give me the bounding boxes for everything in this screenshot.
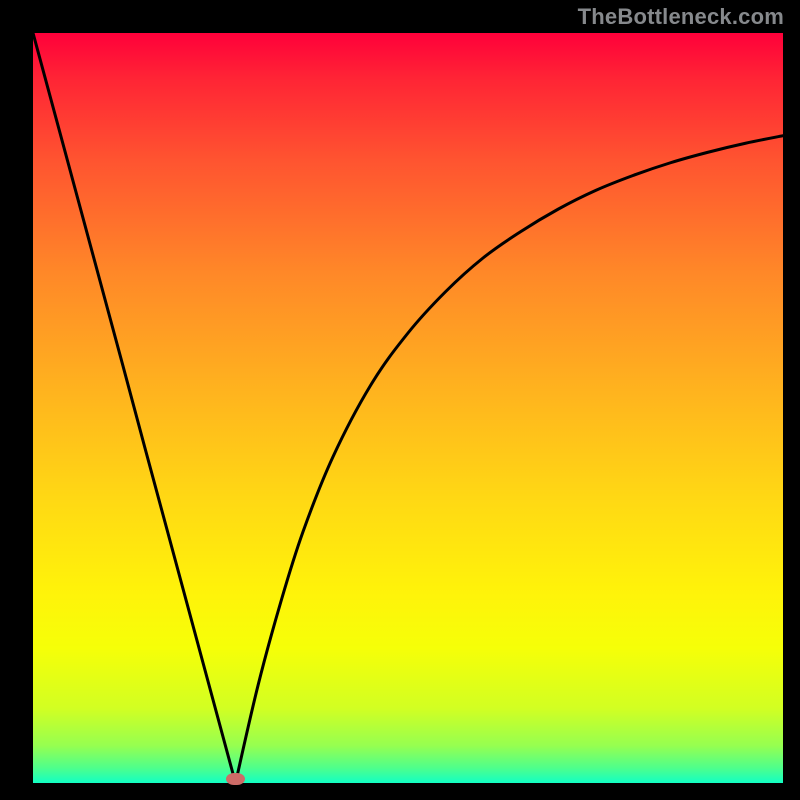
bottleneck-curve [33, 33, 783, 783]
chart-frame: TheBottleneck.com [0, 0, 800, 800]
optimum-marker [226, 773, 246, 785]
watermark-label: TheBottleneck.com [578, 4, 784, 30]
chart-plot-area [33, 33, 783, 783]
